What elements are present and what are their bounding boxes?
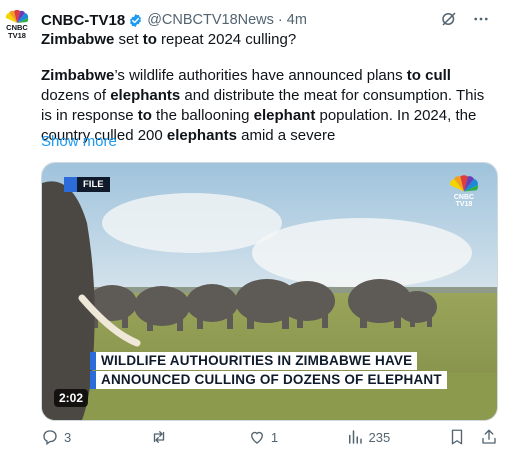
reply-count: 3 (64, 429, 72, 445)
video-duration: 2:02 (54, 389, 89, 407)
body-segment: dozens of (41, 87, 111, 104)
file-tag: FILE (64, 177, 110, 192)
body-segment: amid a severe (236, 127, 336, 144)
cnbc-peacock-icon (5, 10, 29, 23)
video-player[interactable]: FILE CNBC TV18 WILDLIFE AUTHOURITIES IN … (41, 162, 498, 421)
repost-icon (154, 431, 165, 443)
like-button[interactable]: 1 (248, 428, 346, 446)
title-segment: Zimbabwe (41, 31, 115, 48)
like-icon (250, 431, 263, 444)
views-icon (348, 430, 362, 444)
account-name[interactable]: CNBC-TV18 (41, 12, 125, 29)
like-count: 1 (270, 429, 279, 445)
views-count: 235 (368, 429, 391, 445)
account-handle[interactable]: @CNBCTV18News (147, 12, 274, 28)
bookmark-icon[interactable] (448, 428, 466, 446)
body-segment: elephants (166, 127, 237, 144)
body-segment: Zimbabwe (41, 67, 115, 84)
reply-icon (43, 430, 57, 446)
share-icon[interactable] (480, 428, 498, 446)
timestamp[interactable]: 4m (287, 12, 307, 28)
body-segment: ’s wildlife authorities have announced p… (114, 67, 407, 84)
repost-button[interactable] (150, 428, 248, 446)
title-segment: to (142, 31, 157, 48)
body-segment: the ballooning (151, 107, 254, 124)
separator-dot: · (277, 12, 283, 28)
logo-text-bottom: TV18 (455, 201, 473, 208)
title-segment: set (114, 31, 143, 48)
body-segment: elephant (253, 107, 316, 124)
tweet-header: CNBC-TV18 @CNBCTV18News · 4m (41, 10, 502, 30)
views-button[interactable]: 235 (346, 428, 448, 446)
cnbc-logo-icon (450, 175, 478, 192)
body-segment: to (137, 107, 152, 124)
title-segment: repeat 2024 culling? (156, 31, 297, 48)
reply-button[interactable]: 3 (41, 428, 150, 446)
more-icon[interactable] (472, 10, 490, 28)
caption-line-1: WILDLIFE AUTHOURITIES IN ZIMBABWE HAVE (90, 352, 418, 370)
tweet-extra-actions (448, 428, 498, 446)
verified-badge-icon (130, 13, 142, 27)
file-tag-label: FILE (77, 177, 110, 192)
body-segment: elephants (110, 87, 181, 104)
avatar[interactable]: CNBC TV18 (4, 10, 30, 42)
cnbc-tv18-watermark: CNBC TV18 (449, 175, 479, 209)
caption-line-2: ANNOUNCED CULLING OF DOZENS OF ELEPHANT (90, 371, 447, 389)
show-more-link[interactable]: Show more (41, 133, 117, 150)
action-bar: 3 1 235 (41, 427, 498, 447)
body-segment: to cull (406, 67, 451, 84)
grok-icon[interactable] (440, 10, 458, 28)
avatar-text-bottom: TV18 (8, 31, 26, 40)
logo-text-top: CNBC (453, 194, 475, 201)
tweet-title: Zimbabwe set to repeat 2024 culling? (41, 30, 498, 50)
